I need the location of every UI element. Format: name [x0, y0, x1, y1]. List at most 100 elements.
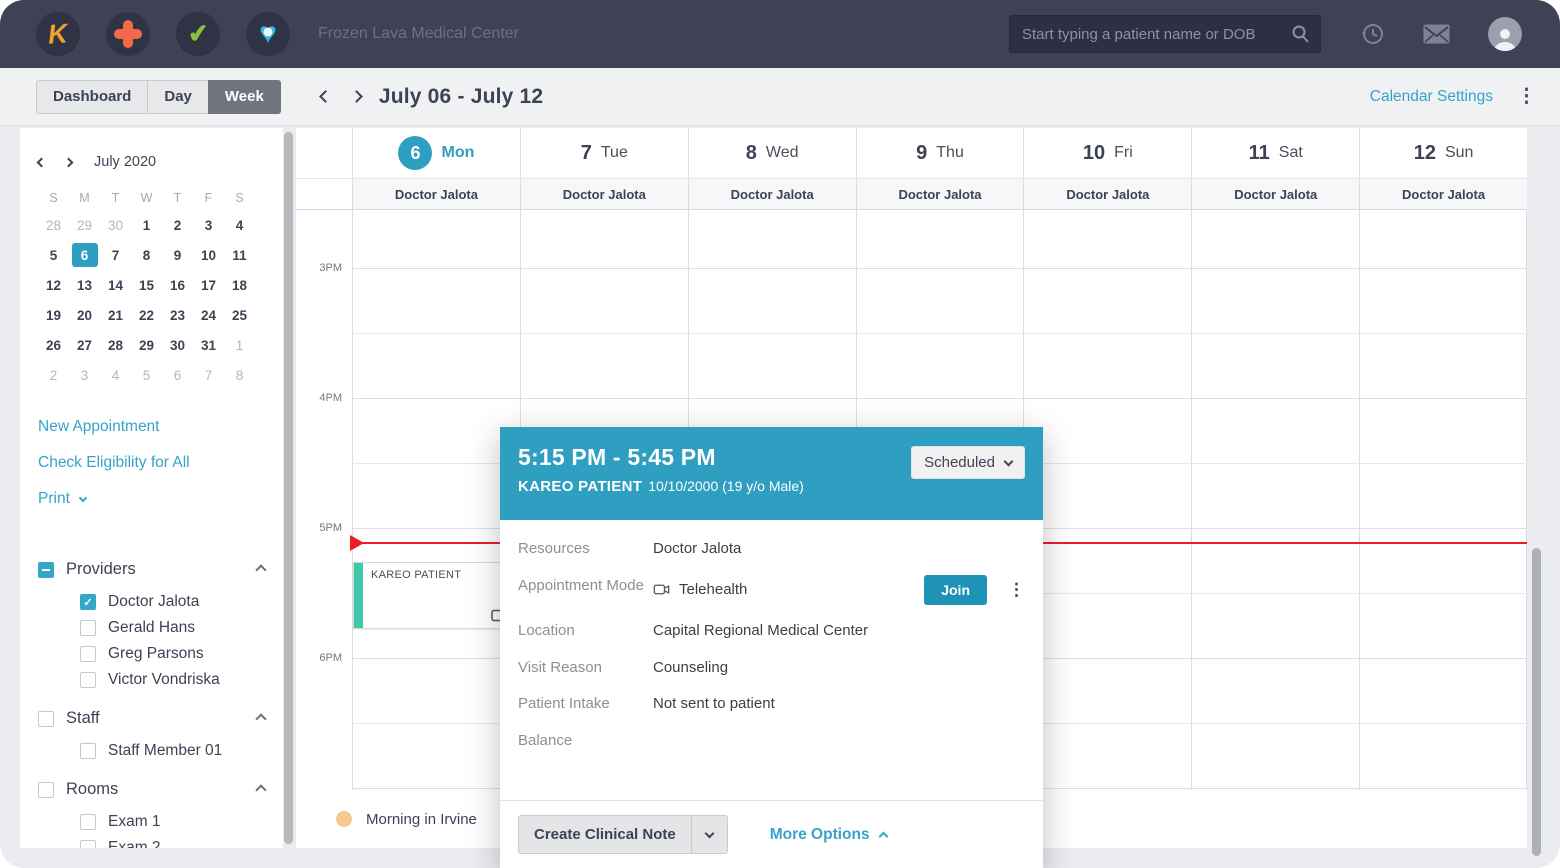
account-avatar[interactable]	[1488, 17, 1522, 51]
minical-day[interactable]: 8	[131, 240, 162, 270]
checkbox-exam-2[interactable]	[80, 840, 96, 848]
section-rooms[interactable]: Rooms	[38, 780, 265, 799]
minical-day[interactable]: 9	[162, 240, 193, 270]
item-doctor-jalota[interactable]: ✓Doctor Jalota	[38, 589, 265, 615]
view-button-dashboard[interactable]: Dashboard	[36, 80, 148, 114]
minical-day[interactable]: 31	[193, 330, 224, 360]
checkbox-staff[interactable]	[38, 711, 54, 727]
minical-day[interactable]: 14	[100, 270, 131, 300]
day-header-mon[interactable]: 6Mon	[352, 128, 520, 178]
minical-day[interactable]: 4	[100, 360, 131, 390]
row-kebab-icon[interactable]: ⋮	[1008, 578, 1025, 602]
minical-day[interactable]: 16	[162, 270, 193, 300]
minical-day[interactable]: 30	[100, 210, 131, 240]
toolbar-kebab-icon[interactable]: ⋮	[1517, 87, 1536, 106]
minical-day[interactable]: 28	[100, 330, 131, 360]
minical-day[interactable]: 1	[224, 330, 255, 360]
minical-day[interactable]: 20	[69, 300, 100, 330]
minical-day[interactable]: 10	[193, 240, 224, 270]
section-providers[interactable]: Providers	[38, 560, 265, 579]
calendar-settings-link[interactable]: Calendar Settings	[1370, 88, 1493, 106]
day-header-wed[interactable]: 8Wed	[688, 128, 856, 178]
minical-day[interactable]: 27	[69, 330, 100, 360]
item-greg-parsons[interactable]: Greg Parsons	[38, 641, 265, 667]
minical-day[interactable]: 21	[100, 300, 131, 330]
minical-day[interactable]: 22	[131, 300, 162, 330]
minical-day[interactable]: 25	[224, 300, 255, 330]
patient-search-input[interactable]	[1022, 26, 1290, 43]
minical-day[interactable]: 17	[193, 270, 224, 300]
collapse-icon[interactable]	[255, 564, 266, 575]
kareo-logo-icon[interactable]: K	[36, 12, 80, 56]
collapse-icon[interactable]	[255, 713, 266, 724]
minical-day[interactable]: 12	[38, 270, 69, 300]
medical-cross-icon[interactable]	[106, 12, 150, 56]
sidebar-link-check-eligibility-for-all[interactable]: Check Eligibility for All	[38, 454, 265, 472]
checkbox-rooms[interactable]	[38, 782, 54, 798]
minical-day[interactable]: 7	[193, 360, 224, 390]
history-icon[interactable]	[1359, 21, 1385, 47]
section-staff[interactable]: Staff	[38, 709, 265, 728]
minical-day[interactable]: 13	[69, 270, 100, 300]
join-button[interactable]: Join	[924, 575, 987, 605]
more-options-link[interactable]: More Options	[770, 826, 887, 844]
day-header-sun[interactable]: 12Sun	[1359, 128, 1527, 178]
create-clinical-note-label[interactable]: Create Clinical Note	[519, 816, 691, 853]
minical-day[interactable]: 1	[131, 210, 162, 240]
minical-day[interactable]: 28	[38, 210, 69, 240]
checkbox-greg-parsons[interactable]	[80, 646, 96, 662]
appointment-block[interactable]: KAREO PATIENT	[353, 562, 518, 629]
day-header-tue[interactable]: 7Tue	[520, 128, 688, 178]
day-header-fri[interactable]: 10Fri	[1023, 128, 1191, 178]
collapse-icon[interactable]	[255, 784, 266, 795]
checkbox-victor-vondriska[interactable]	[80, 672, 96, 688]
minical-day[interactable]: 30	[162, 330, 193, 360]
minical-day[interactable]: 5	[131, 360, 162, 390]
messages-icon[interactable]	[1423, 24, 1450, 44]
status-dropdown[interactable]: Scheduled	[911, 446, 1025, 479]
day-header-sat[interactable]: 11Sat	[1191, 128, 1359, 178]
minical-day[interactable]: 29	[69, 210, 100, 240]
checkbox-exam-1[interactable]	[80, 814, 96, 830]
minical-day[interactable]: 2	[38, 360, 69, 390]
item-gerald-hans[interactable]: Gerald Hans	[38, 615, 265, 641]
search-icon[interactable]	[1290, 24, 1310, 44]
patient-search[interactable]	[1009, 15, 1321, 53]
minical-next-icon[interactable]	[64, 157, 74, 167]
billing-check-icon[interactable]: ✔	[176, 12, 220, 56]
sidebar-link-new-appointment[interactable]: New Appointment	[38, 418, 265, 436]
minical-day[interactable]: 23	[162, 300, 193, 330]
minical-day[interactable]: 19	[38, 300, 69, 330]
minical-day[interactable]: 24	[193, 300, 224, 330]
checkbox-staff-member-01[interactable]	[80, 743, 96, 759]
checkbox-gerald-hans[interactable]	[80, 620, 96, 636]
minical-day[interactable]: 6	[162, 360, 193, 390]
minical-day[interactable]: 3	[193, 210, 224, 240]
minical-day[interactable]: 29	[131, 330, 162, 360]
item-staff-member-01[interactable]: Staff Member 01	[38, 738, 265, 764]
sidebar-scrollbar[interactable]	[284, 132, 293, 844]
create-clinical-note-button[interactable]: Create Clinical Note	[518, 815, 728, 854]
calendar-scrollbar[interactable]	[1532, 548, 1541, 856]
minical-day[interactable]: 15	[131, 270, 162, 300]
next-week-icon[interactable]	[350, 90, 363, 103]
minical-day[interactable]: 7	[100, 240, 131, 270]
minical-day[interactable]: 8	[224, 360, 255, 390]
patient-heart-icon[interactable]: ♥	[246, 12, 290, 56]
item-exam-1[interactable]: Exam 1	[38, 809, 265, 835]
day-header-thu[interactable]: 9Thu	[856, 128, 1024, 178]
minical-prev-icon[interactable]	[37, 157, 47, 167]
create-note-dropdown[interactable]	[691, 816, 727, 853]
view-button-week[interactable]: Week	[208, 80, 281, 114]
checkbox-doctor-jalota[interactable]: ✓	[80, 594, 96, 610]
minical-day[interactable]: 11	[224, 240, 255, 270]
minical-day[interactable]: 4	[224, 210, 255, 240]
minical-day[interactable]: 6	[69, 240, 100, 270]
sidebar-link-print[interactable]: Print	[38, 490, 265, 508]
item-victor-vondriska[interactable]: Victor Vondriska	[38, 667, 265, 693]
view-button-day[interactable]: Day	[147, 80, 209, 114]
prev-week-icon[interactable]	[319, 90, 332, 103]
checkbox-providers[interactable]	[38, 562, 54, 578]
minical-day[interactable]: 26	[38, 330, 69, 360]
minical-day[interactable]: 18	[224, 270, 255, 300]
